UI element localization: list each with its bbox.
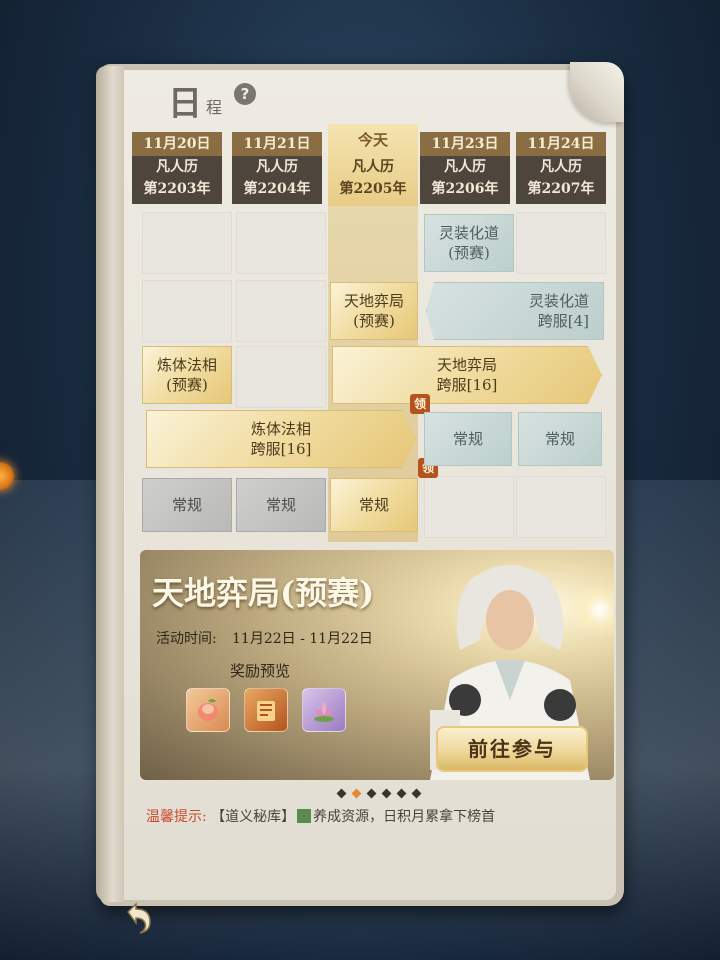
calendar-label: 凡人历 <box>256 159 298 175</box>
pager-dot[interactable] <box>411 788 422 799</box>
go-participate-button[interactable]: 前往参与 <box>436 726 588 772</box>
empty-cell <box>516 476 606 538</box>
date-column-1120: 11月20日 凡人历 第2203年 <box>132 132 222 204</box>
pager-dot[interactable] <box>336 788 347 799</box>
year-label: 第2203年 <box>143 181 211 197</box>
event-lingzhuang-crossserver[interactable]: 灵装化道 跨服[4] <box>426 282 604 340</box>
date-label: 今天 <box>357 131 388 149</box>
event-name: 常规 <box>544 430 575 448</box>
event-tiandi-crossserver[interactable]: 天地弈局 跨服[16] <box>332 346 602 404</box>
calendar-label: 凡人历 <box>444 159 486 175</box>
page-title: 日 <box>168 84 202 124</box>
date-label: 11月23日 <box>420 132 510 156</box>
event-lingzhuang-prelim[interactable]: 灵装化道 (预赛) <box>424 214 514 272</box>
tip-bracket: 【道义秘库】 <box>211 809 296 825</box>
date-column-1123: 11月23日 凡人历 第2206年 <box>420 132 510 204</box>
empty-cell <box>142 212 232 274</box>
event-stage: 跨服[4] <box>537 312 589 330</box>
shop-mark-icon <box>297 809 312 823</box>
calendar-label: 凡人历 <box>352 159 394 175</box>
page-title-sub: 程 <box>206 98 223 117</box>
banner-title: 天地弈局(预赛) <box>152 574 375 612</box>
event-name: 炼体法相 <box>250 420 311 438</box>
pager-dot[interactable] <box>381 788 392 799</box>
pager-dot-active[interactable] <box>351 788 362 799</box>
year-label: 第2204年 <box>243 181 311 197</box>
event-normal[interactable]: 常规 <box>424 412 512 466</box>
question-icon[interactable]: ? <box>234 83 256 105</box>
reward-preview-label: 奖励预览 <box>230 662 291 680</box>
event-name: 常规 <box>452 430 483 448</box>
calendar-label: 凡人历 <box>156 159 198 175</box>
date-column-1124: 11月24日 凡人历 第2207年 <box>516 132 606 204</box>
claim-badge[interactable]: 领 <box>410 394 430 414</box>
event-name: 常规 <box>171 496 202 514</box>
scroll-reward-icon[interactable] <box>244 688 288 732</box>
date-label: 11月21日 <box>232 132 322 156</box>
event-normal-today[interactable]: 常规 <box>330 478 418 532</box>
event-lianti-prelim[interactable]: 炼体法相 (预赛) <box>142 346 232 404</box>
event-stage: (预赛) <box>448 244 490 262</box>
lotus-reward-icon[interactable] <box>302 688 346 732</box>
date-label: 11月20日 <box>132 132 222 156</box>
pager-dot[interactable] <box>366 788 377 799</box>
event-name: 常规 <box>265 496 296 514</box>
event-name: 炼体法相 <box>156 356 217 374</box>
event-normal[interactable]: 常规 <box>518 412 602 466</box>
event-lianti-crossserver[interactable]: 炼体法相 跨服[16] <box>146 410 416 468</box>
tip-text: 温馨提示: 【道义秘库】 养成资源，日积月累拿下榜首 <box>146 806 495 826</box>
event-banner[interactable]: 天地弈局(预赛) 活动时间: 11月22日 - 11月22日 奖励预览 前往参与 <box>140 550 614 780</box>
empty-cell <box>236 346 326 408</box>
tip-body: 养成资源，日积月累拿下榜首 <box>313 809 496 825</box>
tip-label: 温馨提示: <box>146 809 207 825</box>
date-label: 11月24日 <box>516 132 606 156</box>
event-name: 灵装化道 <box>438 224 499 242</box>
date-column-today: 今天 凡人历 第2205年 <box>328 124 418 206</box>
back-arrow-icon[interactable] <box>118 898 158 938</box>
banner-time-label: 活动时间: <box>156 631 217 647</box>
empty-cell <box>516 212 606 274</box>
event-name: 灵装化道 <box>528 292 589 310</box>
empty-cell <box>236 212 326 274</box>
peach-reward-icon[interactable] <box>186 688 230 732</box>
event-name: 天地弈局 <box>343 292 404 310</box>
event-stage: 跨服[16] <box>436 376 498 394</box>
event-normal[interactable]: 常规 <box>236 478 326 532</box>
year-label: 第2205年 <box>339 181 407 197</box>
year-label: 第2206年 <box>431 181 499 197</box>
calendar-label: 凡人历 <box>540 159 582 175</box>
empty-cell <box>142 280 232 342</box>
empty-cell <box>236 280 326 342</box>
event-stage: (预赛) <box>353 312 395 330</box>
banner-pager <box>334 782 424 801</box>
event-stage: (预赛) <box>166 376 208 394</box>
book-spine <box>96 66 124 902</box>
event-normal[interactable]: 常规 <box>142 478 232 532</box>
banner-time-value: 11月22日 - 11月22日 <box>232 631 373 647</box>
year-label: 第2207年 <box>527 181 595 197</box>
event-tiandi-prelim[interactable]: 天地弈局 (预赛) <box>330 282 418 340</box>
pager-dot[interactable] <box>396 788 407 799</box>
event-stage: 跨服[16] <box>250 440 312 458</box>
date-column-1121: 11月21日 凡人历 第2204年 <box>232 132 322 204</box>
empty-cell <box>424 476 514 538</box>
event-name: 天地弈局 <box>436 356 497 374</box>
event-name: 常规 <box>358 496 389 514</box>
